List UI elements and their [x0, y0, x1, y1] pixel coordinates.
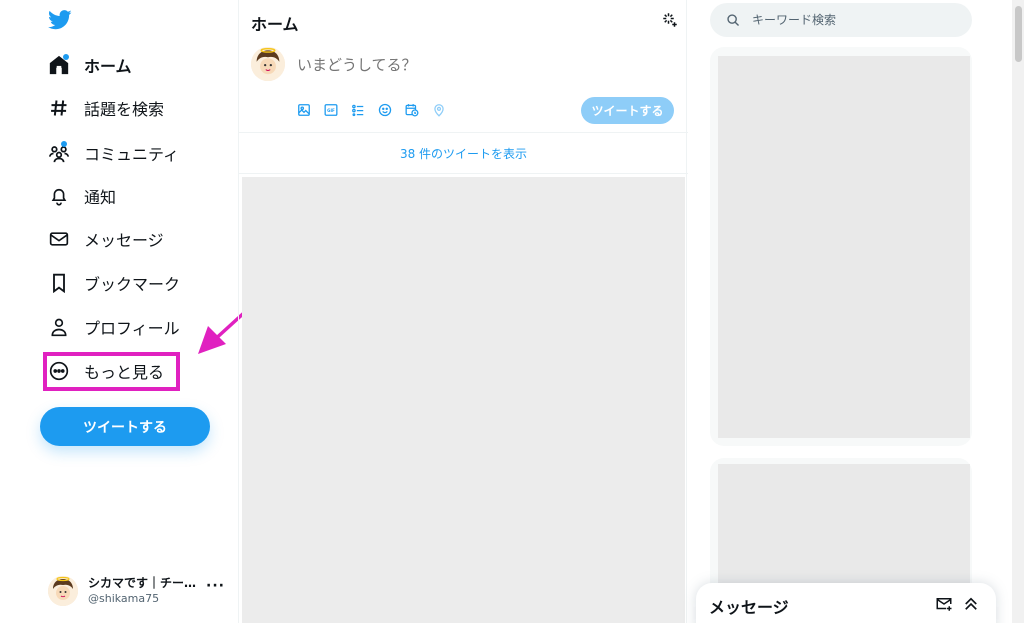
nav-item-messages[interactable]: メッセージ: [46, 221, 164, 257]
timeline-loading-placeholder: [242, 177, 685, 623]
account-switcher[interactable]: シカマです｜チー… @shikama75 ···: [48, 574, 228, 608]
gif-icon[interactable]: GIF: [324, 101, 351, 119]
compose-toolbar: GIF: [297, 101, 459, 119]
chevron-up-double-icon[interactable]: [962, 595, 980, 613]
compose-tweet-button[interactable]: ツイートする: [581, 97, 674, 124]
nav-item-notifications[interactable]: 通知: [46, 178, 116, 214]
divider: [239, 173, 688, 174]
compose-avatar: [251, 47, 285, 81]
schedule-icon[interactable]: [405, 101, 432, 119]
hashtag-icon: [46, 95, 72, 121]
nav-label-messages: メッセージ: [84, 231, 164, 250]
card-loading-placeholder: [718, 56, 970, 438]
scrollbar-thumb[interactable]: [1015, 6, 1022, 62]
messages-drawer[interactable]: メッセージ: [696, 583, 996, 623]
bell-icon: [46, 183, 72, 209]
scrollbar-track[interactable]: [1012, 0, 1024, 623]
nav-label-bookmarks: ブックマーク: [84, 275, 181, 294]
sidebar-tweet-button[interactable]: ツイートする: [40, 407, 210, 446]
communities-notification-dot: [61, 141, 67, 147]
nav-label-communities: コミュニティ: [84, 145, 180, 164]
messages-drawer-title: メッセージ: [709, 598, 789, 617]
main-column: ホーム GIF ツイートする 38 件のツイートを表示: [238, 0, 688, 623]
compose-input[interactable]: [297, 56, 667, 74]
communities-icon: [46, 140, 72, 166]
account-handle: @shikama75: [88, 592, 160, 605]
poll-icon[interactable]: [351, 101, 378, 119]
home-notification-dot: [63, 54, 69, 60]
emoji-icon[interactable]: [378, 101, 405, 119]
more-highlight-box: [43, 352, 180, 391]
nav-item-home[interactable]: ホーム: [46, 47, 132, 83]
nav-item-profile[interactable]: プロフィール: [46, 309, 180, 345]
nav-item-communities[interactable]: コミュニティ: [46, 135, 179, 171]
bookmark-icon: [46, 270, 72, 296]
search-icon: [727, 14, 740, 27]
profile-icon: [46, 314, 72, 340]
location-icon[interactable]: [432, 101, 459, 119]
nav-label-explore: 話題を検索: [84, 100, 165, 119]
nav-label-home: ホーム: [84, 57, 132, 76]
avatar: [48, 576, 78, 606]
home-icon: [46, 52, 72, 78]
nav-item-explore[interactable]: 話題を検索: [46, 90, 164, 126]
trends-card-placeholder: [710, 47, 972, 446]
nav-item-bookmarks[interactable]: ブックマーク: [46, 265, 180, 301]
svg-text:GIF: GIF: [327, 108, 335, 113]
envelope-icon: [46, 226, 72, 252]
page-title: ホーム: [251, 15, 299, 34]
show-new-tweets-link[interactable]: 38 件のツイートを表示: [239, 133, 688, 173]
account-more-icon[interactable]: ···: [206, 578, 225, 594]
image-icon[interactable]: [297, 101, 324, 119]
nav-label-notifications: 通知: [84, 188, 117, 207]
sparkle-icon[interactable]: [661, 11, 679, 29]
new-message-icon[interactable]: [935, 595, 953, 613]
search-bar[interactable]: [710, 3, 972, 37]
twitter-logo-icon[interactable]: [48, 9, 72, 31]
nav-label-profile: プロフィール: [84, 319, 180, 338]
search-input[interactable]: [752, 13, 952, 27]
account-name: シカマです｜チー…: [88, 576, 197, 590]
